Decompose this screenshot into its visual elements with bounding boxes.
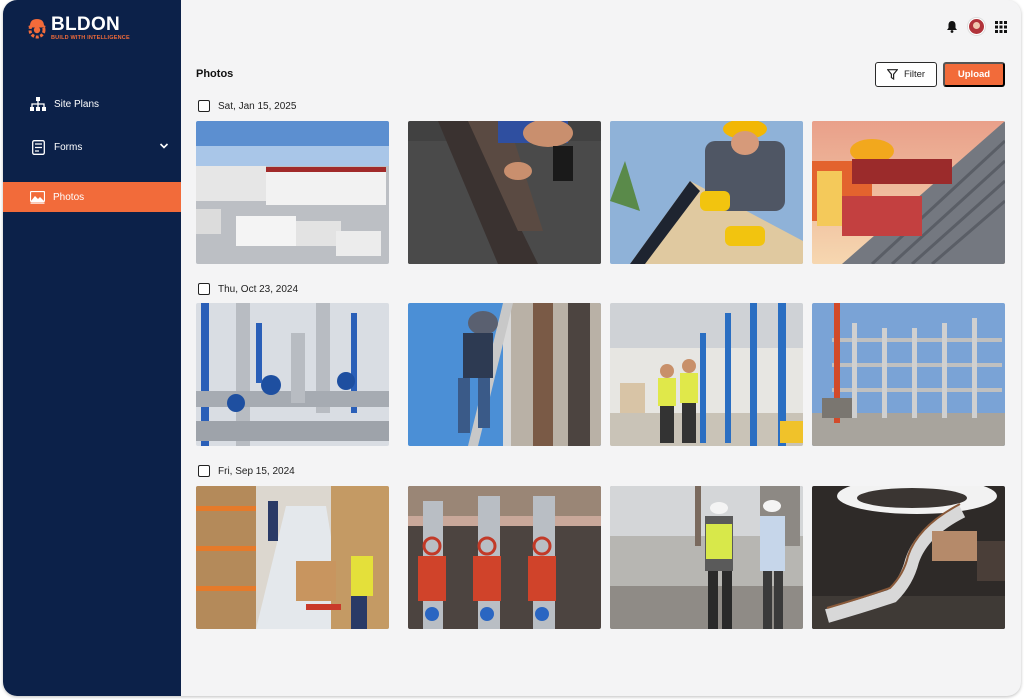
grid-apps-icon[interactable] xyxy=(995,20,1007,33)
group-date: Fri, Sep 15, 2024 xyxy=(218,465,295,477)
bell-icon[interactable] xyxy=(946,20,958,33)
photo-thumbnail-floor-installation[interactable] xyxy=(408,121,601,264)
logo-name: BLDON xyxy=(51,14,121,35)
group-checkbox[interactable] xyxy=(198,465,210,477)
upload-button[interactable]: Upload xyxy=(943,62,1005,87)
filter-icon xyxy=(886,69,898,80)
photo-thumbnail-roof-carpentry[interactable] xyxy=(610,121,803,264)
sidebar-item-label: Forms xyxy=(54,141,83,153)
photo-thumbnail-industrial-facility[interactable] xyxy=(196,121,389,264)
sidebar-item-photos[interactable]: Photos xyxy=(3,182,181,212)
app-window: BLDON BUILD WITH INTELLIGENCE Site Plans… xyxy=(3,0,1021,696)
photo-thumbnail-ladder-worker[interactable] xyxy=(408,303,601,446)
photo-thumbnail-concrete-frame[interactable] xyxy=(812,303,1005,446)
photo-thumbnail-valve-piping[interactable] xyxy=(408,486,601,629)
photo-thumbnail-spiral-staircase[interactable] xyxy=(812,486,1005,629)
sidebar-item-forms[interactable]: Forms xyxy=(3,132,181,162)
photo-icon xyxy=(29,189,45,205)
sidebar-item-label: Site Plans xyxy=(54,98,100,110)
group-checkbox[interactable] xyxy=(198,100,210,112)
form-icon xyxy=(30,139,46,155)
photo-thumbnail-warehouse-inspection[interactable] xyxy=(610,303,803,446)
filter-label: Filter xyxy=(903,69,926,80)
page-title: Photos xyxy=(196,68,234,80)
user-avatar[interactable] xyxy=(968,18,985,35)
photo-thumbnail-warehouse-shelves[interactable] xyxy=(196,486,389,629)
sidebar-item-site-plans[interactable]: Site Plans xyxy=(3,89,181,119)
photo-thumbnail-roof-worker[interactable] xyxy=(812,121,1005,264)
filter-button[interactable]: Filter xyxy=(875,62,937,87)
sidebar: BLDON BUILD WITH INTELLIGENCE Site Plans… xyxy=(3,0,181,696)
photo-thumbnail-pipe-system[interactable] xyxy=(196,303,389,446)
sidebar-item-label: Photos xyxy=(53,191,85,203)
logo-tagline: BUILD WITH INTELLIGENCE xyxy=(51,35,130,41)
group-date: Sat, Jan 15, 2025 xyxy=(218,100,297,112)
logo[interactable]: BLDON BUILD WITH INTELLIGENCE xyxy=(27,15,130,41)
date-group-header: Thu, Oct 23, 2024 xyxy=(198,283,298,295)
hardhat-gear-icon xyxy=(28,19,46,39)
top-toolbar xyxy=(946,18,1007,35)
date-group-header: Fri, Sep 15, 2024 xyxy=(198,465,295,477)
photo-thumbnail-site-supervisors[interactable] xyxy=(610,486,803,629)
sitemap-icon xyxy=(30,96,46,112)
chevron-down-icon[interactable] xyxy=(159,141,169,151)
group-date: Thu, Oct 23, 2024 xyxy=(218,283,299,295)
date-group-header: Sat, Jan 15, 2025 xyxy=(198,100,296,112)
group-checkbox[interactable] xyxy=(198,283,210,295)
main-content: Photos Filter Upload Sat, Jan 15, 2025 T… xyxy=(181,0,1021,696)
